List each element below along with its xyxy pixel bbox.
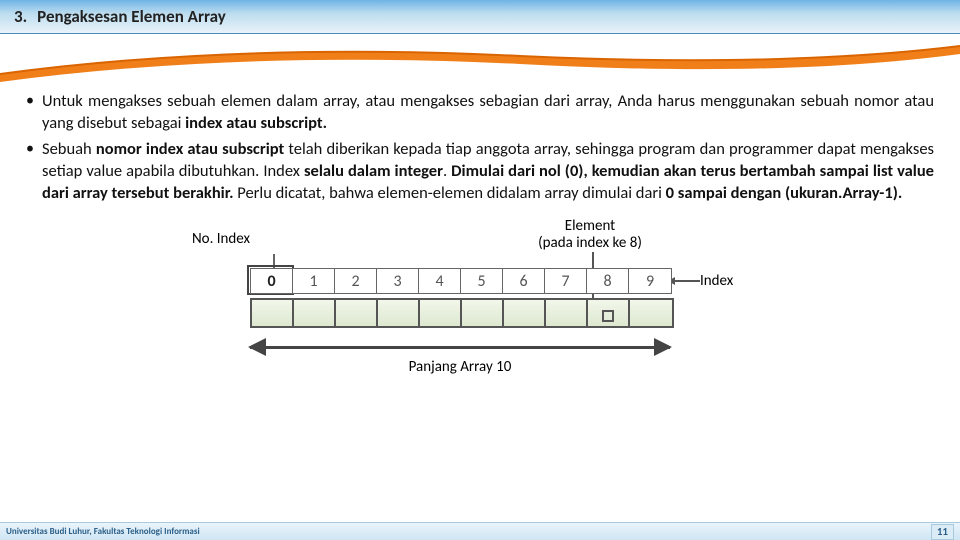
label-element-line2: (pada index ke 8) [538,234,642,252]
index-cell-4: 4 [419,269,461,293]
array-cell [252,300,294,326]
text-span: . [443,161,451,181]
arrowhead-left-icon [248,338,266,356]
text-span: Untuk mengakses sebuah elemen dalam arra… [42,91,934,133]
index-cell-2: 2 [335,269,377,293]
array-cell [378,300,420,326]
array-cell [294,300,336,326]
index-cell-9: 9 [629,269,671,293]
text-span: Perlu dicatat, bahwa elemen-elemen didal… [234,183,666,203]
label-no-index: No. Index [192,230,250,248]
index-cell-8: 8 [587,269,629,293]
array-cell [462,300,504,326]
label-index: Index [700,272,733,290]
text-bold: selalu dalam integer [304,161,443,181]
length-label: Panjang Array 10 [250,358,670,376]
title-bar: 3. Pengaksesan Elemen Array [0,0,960,34]
label-element-line1: Element [565,217,615,235]
bullet-dot: • [26,138,42,204]
title-number: 3. [14,6,27,27]
length-line [250,346,670,349]
index-cell-0: 0 [251,269,293,293]
decorative-swoosh [0,34,960,84]
pointer-index-line [670,280,700,282]
element-marker [602,310,614,322]
array-cell [504,300,546,326]
arrowhead-right-icon [654,338,672,356]
index-cell-1: 1 [293,269,335,293]
slide: 3. Pengaksesan Elemen Array • Untuk meng… [0,0,960,540]
index-row: 0 1 2 3 4 5 6 7 8 9 [250,268,672,294]
bullet-dot: • [26,90,42,134]
bullet-2: • Sebuah nomor index atau subscript tela… [26,138,934,204]
array-cell-8 [588,300,630,326]
index-cell-7: 7 [545,269,587,293]
text-bold: 0 sampai dengan (ukuran.Array-1). [666,183,903,203]
bullet-1-text: Untuk mengakses sebuah elemen dalam arra… [42,90,934,134]
bullet-1: • Untuk mengakses sebuah elemen dalam ar… [26,90,934,134]
array-cell [336,300,378,326]
text-bold: nomor index atau subscript [96,139,284,159]
title-text: Pengaksesan Elemen Array [37,6,226,27]
footer: Universitas Budi Luhur, Fakultas Teknolo… [0,522,960,540]
length-arrow [250,336,670,360]
array-cell [546,300,588,326]
text-bold: index atau subscript. [185,113,327,133]
label-element: Element (pada index ke 8) [520,218,660,252]
bullet-2-text: Sebuah nomor index atau subscript telah … [42,138,934,204]
array-cell [630,300,672,326]
array-row [250,298,674,328]
index-cell-3: 3 [377,269,419,293]
page-number: 11 [931,524,954,540]
text-span: Sebuah [42,139,96,159]
index-cell-6: 6 [503,269,545,293]
array-cell [420,300,462,326]
index-cell-5: 5 [461,269,503,293]
footer-text: Universitas Budi Luhur, Fakultas Teknolo… [6,526,200,537]
array-diagram: No. Index Element (pada index ke 8) Inde… [200,224,760,404]
body-content: • Untuk mengakses sebuah elemen dalam ar… [0,84,960,404]
